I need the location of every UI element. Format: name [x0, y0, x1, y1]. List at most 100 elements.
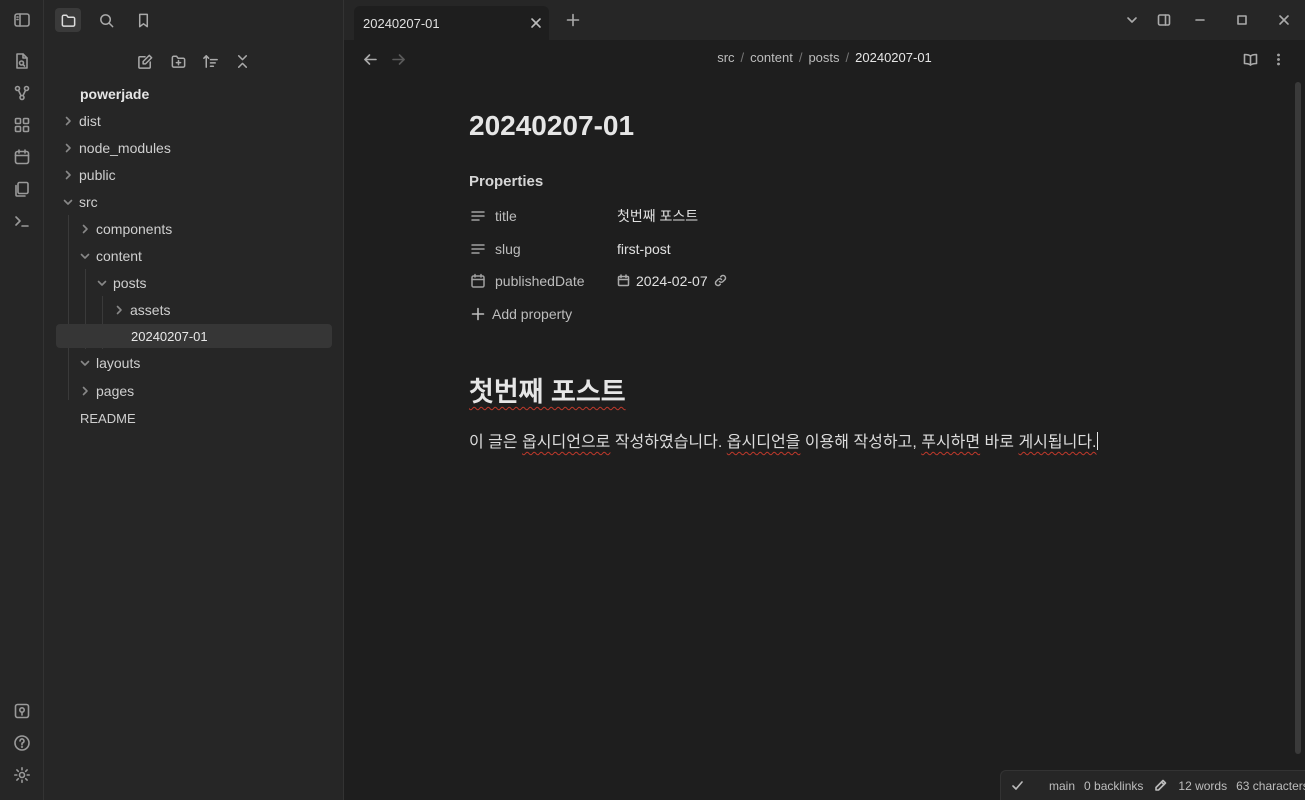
file-explorer-sidebar: powerjade dist node_modules public src c… — [44, 0, 344, 800]
date-text[interactable]: 2024-02-07 — [636, 273, 708, 289]
note-heading[interactable]: 첫번째 포스트 — [469, 370, 626, 409]
checkmark-icon[interactable] — [1011, 779, 1024, 793]
property-date-value[interactable]: 2024-02-07 — [617, 273, 728, 289]
search-icon[interactable] — [93, 8, 119, 32]
calendar-icon — [617, 274, 631, 288]
sidebar-tab-header — [44, 0, 344, 40]
property-value[interactable]: first-post — [617, 241, 671, 257]
tree-item-label: node_modules — [79, 140, 171, 156]
new-folder-icon[interactable] — [167, 50, 189, 72]
note-paragraph[interactable]: 이 글은 옵시디언으로 작성하였습니다. 옵시디언을 이용해 작성하고, 푸시하… — [469, 428, 1098, 452]
breadcrumb-separator: / — [798, 50, 803, 65]
settings-icon[interactable] — [12, 765, 32, 785]
property-key[interactable]: title — [495, 208, 617, 224]
tree-item-label: posts — [113, 275, 147, 291]
more-options-icon[interactable] — [1269, 50, 1287, 68]
property-published-date[interactable]: publishedDate 2024-02-07 — [469, 268, 969, 294]
tree-folder-layouts[interactable]: layouts — [79, 351, 140, 375]
breadcrumb-posts[interactable]: posts — [808, 50, 839, 65]
word-count: 12 words — [1178, 778, 1228, 793]
breadcrumb-content[interactable]: content — [750, 50, 793, 65]
tree-item-label: layouts — [96, 355, 141, 371]
text-lines-icon[interactable] — [469, 207, 487, 225]
chevron-right-icon — [113, 304, 125, 316]
sidebar-toggle-icon[interactable] — [12, 10, 32, 30]
canvas-icon[interactable] — [12, 115, 32, 135]
property-value[interactable]: 첫번째 포스트 — [617, 206, 698, 226]
tree-file-20240207-01[interactable]: 20240207-01 — [56, 324, 332, 348]
minimize-icon[interactable] — [1191, 11, 1209, 29]
link-icon[interactable] — [714, 274, 728, 288]
chevron-right-icon — [62, 115, 74, 127]
property-key[interactable]: slug — [495, 241, 617, 257]
vault-name[interactable]: powerjade — [80, 82, 149, 106]
tree-file-readme[interactable]: README — [80, 406, 136, 430]
templates-icon[interactable] — [12, 179, 32, 199]
calendar-icon[interactable] — [469, 272, 487, 290]
chevron-down-icon[interactable] — [1123, 11, 1141, 29]
help-icon[interactable] — [12, 733, 32, 753]
add-property-button[interactable]: Add property — [471, 306, 572, 322]
misspelled-word[interactable]: 옵시디언으로 — [522, 434, 610, 451]
close-icon[interactable] — [527, 14, 545, 32]
misspelled-word[interactable]: 게시됩니다. — [1018, 434, 1096, 451]
tree-item-label: src — [79, 194, 98, 210]
breadcrumb-current[interactable]: 20240207-01 — [855, 50, 932, 65]
chevron-right-icon — [62, 169, 74, 181]
tree-folder-assets[interactable]: assets — [113, 298, 170, 322]
chevron-right-icon — [62, 142, 74, 154]
daily-note-icon[interactable] — [12, 147, 32, 167]
vault-switcher-icon[interactable] — [12, 701, 32, 721]
maximize-icon[interactable] — [1233, 11, 1251, 29]
new-tab-icon[interactable] — [564, 11, 582, 29]
paragraph-text: 이용해 작성하고, — [800, 434, 922, 451]
tree-folder-pages[interactable]: pages — [79, 379, 134, 403]
breadcrumb-separator: / — [740, 50, 745, 65]
tree-folder-posts[interactable]: posts — [96, 271, 146, 295]
graph-view-icon[interactable] — [12, 83, 32, 103]
tab-title: 20240207-01 — [363, 15, 440, 31]
file-explorer-actions — [44, 50, 344, 72]
tree-folder-components[interactable]: components — [79, 217, 172, 241]
text-lines-icon[interactable] — [469, 240, 487, 258]
backlinks-count[interactable]: 0 backlinks — [1084, 779, 1143, 793]
editor-scrollbar[interactable] — [1295, 82, 1301, 754]
window-close-icon[interactable] — [1275, 11, 1293, 29]
property-slug[interactable]: slug first-post — [469, 236, 969, 262]
tree-folder-dist[interactable]: dist — [62, 109, 101, 133]
git-branch[interactable]: main — [1049, 779, 1075, 793]
tree-item-label: 20240207-01 — [131, 328, 208, 344]
breadcrumb: src / content / posts / 20240207-01 — [344, 50, 1305, 65]
tree-item-label: pages — [96, 383, 135, 399]
right-sidebar-toggle-icon[interactable] — [1155, 11, 1173, 29]
misspelled-word[interactable]: 옵시디언을 — [727, 434, 801, 451]
chevron-down-icon — [79, 250, 91, 262]
bookmark-icon[interactable] — [130, 8, 156, 32]
property-title[interactable]: title 첫번째 포스트 — [469, 203, 969, 229]
pencil-icon[interactable] — [1154, 779, 1167, 793]
sort-icon[interactable] — [199, 50, 221, 72]
tab-20240207-01[interactable]: 20240207-01 — [354, 6, 549, 40]
terminal-icon[interactable] — [12, 211, 32, 231]
collapse-all-icon[interactable] — [231, 50, 253, 72]
new-note-icon[interactable] — [134, 50, 156, 72]
chevron-down-icon — [79, 357, 91, 369]
paragraph-text: 이 글은 — [469, 434, 523, 451]
misspelled-word[interactable]: 푸시하면 — [921, 434, 980, 451]
reading-view-icon[interactable] — [1241, 50, 1259, 68]
breadcrumb-src[interactable]: src — [717, 50, 734, 65]
folder-icon[interactable] — [55, 8, 81, 32]
tree-folder-src[interactable]: src — [62, 190, 98, 214]
properties-heading[interactable]: Properties — [469, 173, 543, 190]
add-property-label: Add property — [492, 306, 573, 322]
plus-icon — [471, 307, 485, 321]
note-title[interactable]: 20240207-01 — [469, 110, 634, 142]
open-quick-switcher-icon[interactable] — [12, 51, 32, 71]
status-bar: main 0 backlinks 12 words 63 characters — [1000, 770, 1305, 800]
view-header: src / content / posts / 20240207-01 — [344, 40, 1305, 78]
tree-folder-node-modules[interactable]: node_modules — [62, 136, 171, 160]
property-key[interactable]: publishedDate — [495, 273, 617, 289]
tree-folder-public[interactable]: public — [62, 163, 116, 187]
tree-folder-content[interactable]: content — [79, 244, 142, 268]
chevron-right-icon — [79, 223, 91, 235]
